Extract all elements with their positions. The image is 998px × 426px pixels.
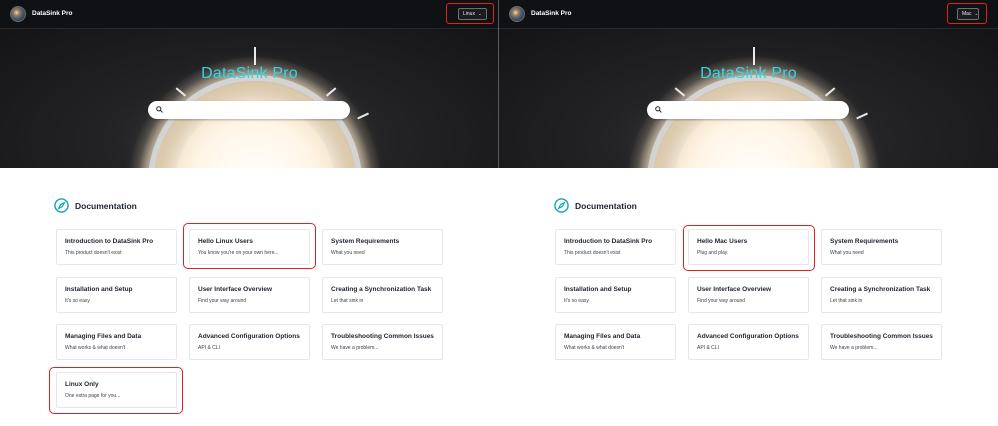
chevron-down-icon: ⌄ <box>477 11 482 16</box>
hero-spike <box>753 47 755 65</box>
mac-docs-pane: DataSink Pro Mac ⌄ DataSink Pro Documenta… <box>499 0 998 426</box>
chevron-down-icon: ⌄ <box>974 11 979 16</box>
doc-card-advanced-config[interactable]: Advanced Configuration Options API & CLI <box>688 324 809 360</box>
card-desc: It's so easy <box>564 298 589 304</box>
hero-title: DataSink Pro <box>700 65 797 82</box>
card-highlight <box>183 223 316 269</box>
card-title: Creating a Synchronization Task <box>830 286 931 293</box>
search-input[interactable] <box>647 101 849 119</box>
doc-card-advanced-config[interactable]: Advanced Configuration Options API & CLI <box>189 324 310 360</box>
card-title: System Requirements <box>331 238 400 245</box>
card-title: Installation and Setup <box>65 286 133 293</box>
platform-select-value: Mac <box>962 11 972 17</box>
card-title: User Interface Overview <box>697 286 772 293</box>
documentation-title: Documentation <box>575 201 637 211</box>
card-desc: We have a problem... <box>830 345 878 351</box>
hero-banner: DataSink Pro <box>0 29 499 168</box>
card-title: Advanced Configuration Options <box>198 333 300 340</box>
brand-name[interactable]: DataSink Pro <box>32 10 72 17</box>
logo-icon[interactable] <box>10 6 26 22</box>
doc-card-managing-files[interactable]: Managing Files and Data What works & wha… <box>56 324 177 360</box>
doc-card-sync-task[interactable]: Creating a Synchronization Task Let that… <box>821 277 942 313</box>
documentation-title: Documentation <box>75 201 137 211</box>
doc-card-managing-files[interactable]: Managing Files and Data What works & wha… <box>555 324 676 360</box>
doc-card-system-requirements[interactable]: System Requirements What you need <box>322 229 443 265</box>
card-title: Advanced Configuration Options <box>697 333 799 340</box>
card-title: Creating a Synchronization Task <box>331 286 432 293</box>
card-highlight <box>683 225 815 271</box>
card-highlight <box>49 367 183 414</box>
hero-title: DataSink Pro <box>201 65 298 82</box>
search-input[interactable] <box>148 101 350 119</box>
card-desc: What you need <box>331 250 365 256</box>
platform-select[interactable]: Linux ⌄ <box>458 8 487 20</box>
card-desc: What works & what doesn't <box>65 345 126 351</box>
doc-card-installation[interactable]: Installation and Setup It's so easy <box>555 277 676 313</box>
card-title: Troubleshooting Common Issues <box>331 333 434 340</box>
card-desc: This product doesn't exist <box>564 250 621 256</box>
navbar: DataSink Pro Linux ⌄ <box>0 0 499 29</box>
compass-icon <box>554 198 569 213</box>
card-title: Managing Files and Data <box>65 333 142 340</box>
doc-card-system-requirements[interactable]: System Requirements What you need <box>821 229 942 265</box>
hero-banner: DataSink Pro <box>499 29 998 168</box>
brand-name[interactable]: DataSink Pro <box>531 10 571 17</box>
card-desc: API & CLI <box>198 345 220 351</box>
card-title: Troubleshooting Common Issues <box>830 333 933 340</box>
card-title: Introduction to DataSink Pro <box>564 238 653 245</box>
card-desc: Let that sink in <box>830 298 863 304</box>
doc-card-troubleshooting[interactable]: Troubleshooting Common Issues We have a … <box>821 324 942 360</box>
platform-select-value: Linux <box>463 11 475 17</box>
card-desc: API & CLI <box>697 345 719 351</box>
hero-spike <box>254 47 256 65</box>
card-title: User Interface Overview <box>198 286 273 293</box>
doc-card-ui-overview[interactable]: User Interface Overview Find your way ar… <box>688 277 809 313</box>
card-desc: Find your way around <box>697 298 746 304</box>
doc-card-installation[interactable]: Installation and Setup It's so easy <box>56 277 177 313</box>
card-desc: It's so easy <box>65 298 90 304</box>
card-title: Introduction to DataSink Pro <box>65 238 154 245</box>
card-desc: What works & what doesn't <box>564 345 625 351</box>
doc-card-sync-task[interactable]: Creating a Synchronization Task Let that… <box>322 277 443 313</box>
card-desc: We have a problem... <box>331 345 379 351</box>
doc-card-introduction[interactable]: Introduction to DataSink Pro This produc… <box>555 229 676 265</box>
doc-card-ui-overview[interactable]: User Interface Overview Find your way ar… <box>189 277 310 313</box>
search-icon <box>655 106 662 113</box>
card-title: Installation and Setup <box>564 286 632 293</box>
navbar: DataSink Pro Mac ⌄ <box>499 0 998 29</box>
card-title: System Requirements <box>830 238 899 245</box>
linux-docs-pane: DataSink Pro Linux ⌄ DataSink Pro Documen… <box>0 0 499 426</box>
card-title: Managing Files and Data <box>564 333 641 340</box>
card-desc: This product doesn't exist <box>65 250 122 256</box>
compass-icon <box>54 198 69 213</box>
doc-card-introduction[interactable]: Introduction to DataSink Pro This produc… <box>56 229 177 265</box>
card-desc: What you need <box>830 250 864 256</box>
card-desc: Let that sink in <box>331 298 364 304</box>
platform-select[interactable]: Mac ⌄ <box>957 8 979 20</box>
card-desc: Find your way around <box>198 298 247 304</box>
logo-icon[interactable] <box>509 6 525 22</box>
search-icon <box>156 106 163 113</box>
doc-card-troubleshooting[interactable]: Troubleshooting Common Issues We have a … <box>322 324 443 360</box>
